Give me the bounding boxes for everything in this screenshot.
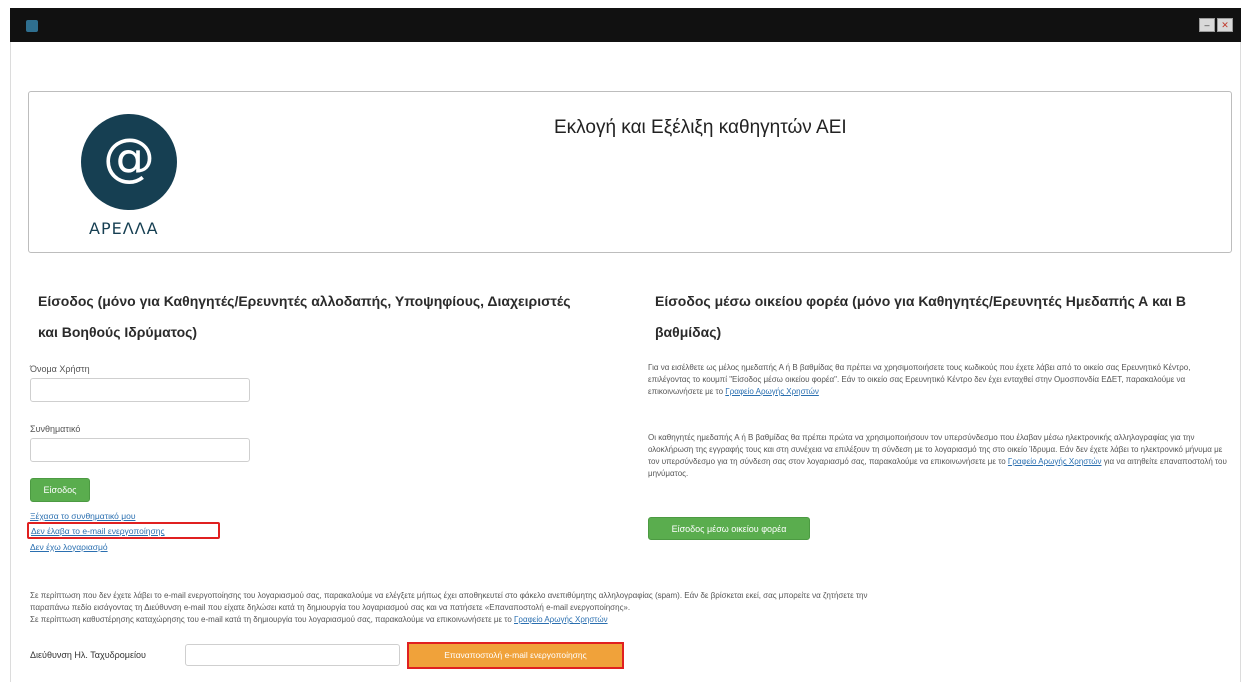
resend-info-line-2: παραπάνω πεδίο εισάγοντας τη Διεύθυνση e… [30, 603, 631, 612]
helpdesk-link-3[interactable]: Γραφείο Αρωγής Χρηστών [514, 615, 608, 624]
resend-activation-button[interactable]: Επαναποστολή e-mail ενεργοποίησης [407, 642, 624, 669]
left-section-title: Είσοδος (μόνο για Καθηγητές/Ερευνητές αλ… [38, 293, 571, 340]
frame-border-left [10, 42, 11, 682]
register-link[interactable]: Δεν έχω λογαριασμό [30, 542, 108, 552]
header-panel: @ ΑΡΕΛΛΑ Εκλογή και Εξέλιξη καθηγητών ΑΕ… [28, 91, 1232, 253]
email-input[interactable] [185, 644, 400, 666]
no-activation-email-link[interactable]: Δεν έλαβα το e-mail ενεργοποίησης [31, 526, 165, 536]
resend-info-text-3: Σε περίπτωση καθυστέρησης καταχώρησης το… [30, 615, 512, 624]
helpdesk-link-2[interactable]: Γραφείο Αρωγής Χρηστών [1008, 457, 1102, 466]
right-section-title: Είσοδος μέσω οικείου φορέα (μόνο για Καθ… [655, 293, 1186, 340]
resend-info-line-3: Σε περίπτωση καθυστέρησης καταχώρησης το… [30, 614, 608, 625]
institution-login-info: Για να εισέλθετε ως μέλος ημεδαπής Α ή Β… [648, 362, 1230, 398]
username-input[interactable] [30, 378, 250, 402]
page-title: Εκλογή και Εξέλιξη καθηγητών ΑΕΙ [554, 117, 847, 138]
logo-text: ΑΡΕΛΛΑ [89, 219, 159, 238]
window-controls: – ✕ [1199, 18, 1233, 32]
username-label: Όνομα Χρήστη [30, 364, 90, 374]
login-button[interactable]: Είσοδος [30, 478, 90, 502]
password-input[interactable] [30, 438, 250, 462]
helpdesk-link-1[interactable]: Γραφείο Αρωγής Χρηστών [725, 387, 819, 396]
forgot-password-link[interactable]: Ξέχασα το συνθηματικό μου [30, 511, 135, 521]
email-label: Διεύθυνση Ηλ. Ταχυδρομείου [30, 650, 146, 660]
logo-glyph: @ [103, 128, 155, 188]
frame-border-right [1240, 42, 1241, 682]
apella-logo-icon: @ [81, 114, 177, 210]
app-icon [26, 20, 38, 32]
institution-login-info-2: Οι καθηγητές ημεδαπής Α ή Β βαθμίδας θα … [648, 432, 1230, 480]
minimize-button[interactable]: – [1199, 18, 1215, 32]
password-label: Συνθηματικό [30, 424, 81, 434]
window-titlebar: – ✕ [10, 8, 1241, 42]
resend-info-line-1: Σε περίπτωση που δεν έχετε λάβει το e-ma… [30, 591, 868, 600]
institution-login-button[interactable]: Είσοδος μέσω οικείου φορέα [648, 517, 810, 540]
close-button[interactable]: ✕ [1217, 18, 1233, 32]
